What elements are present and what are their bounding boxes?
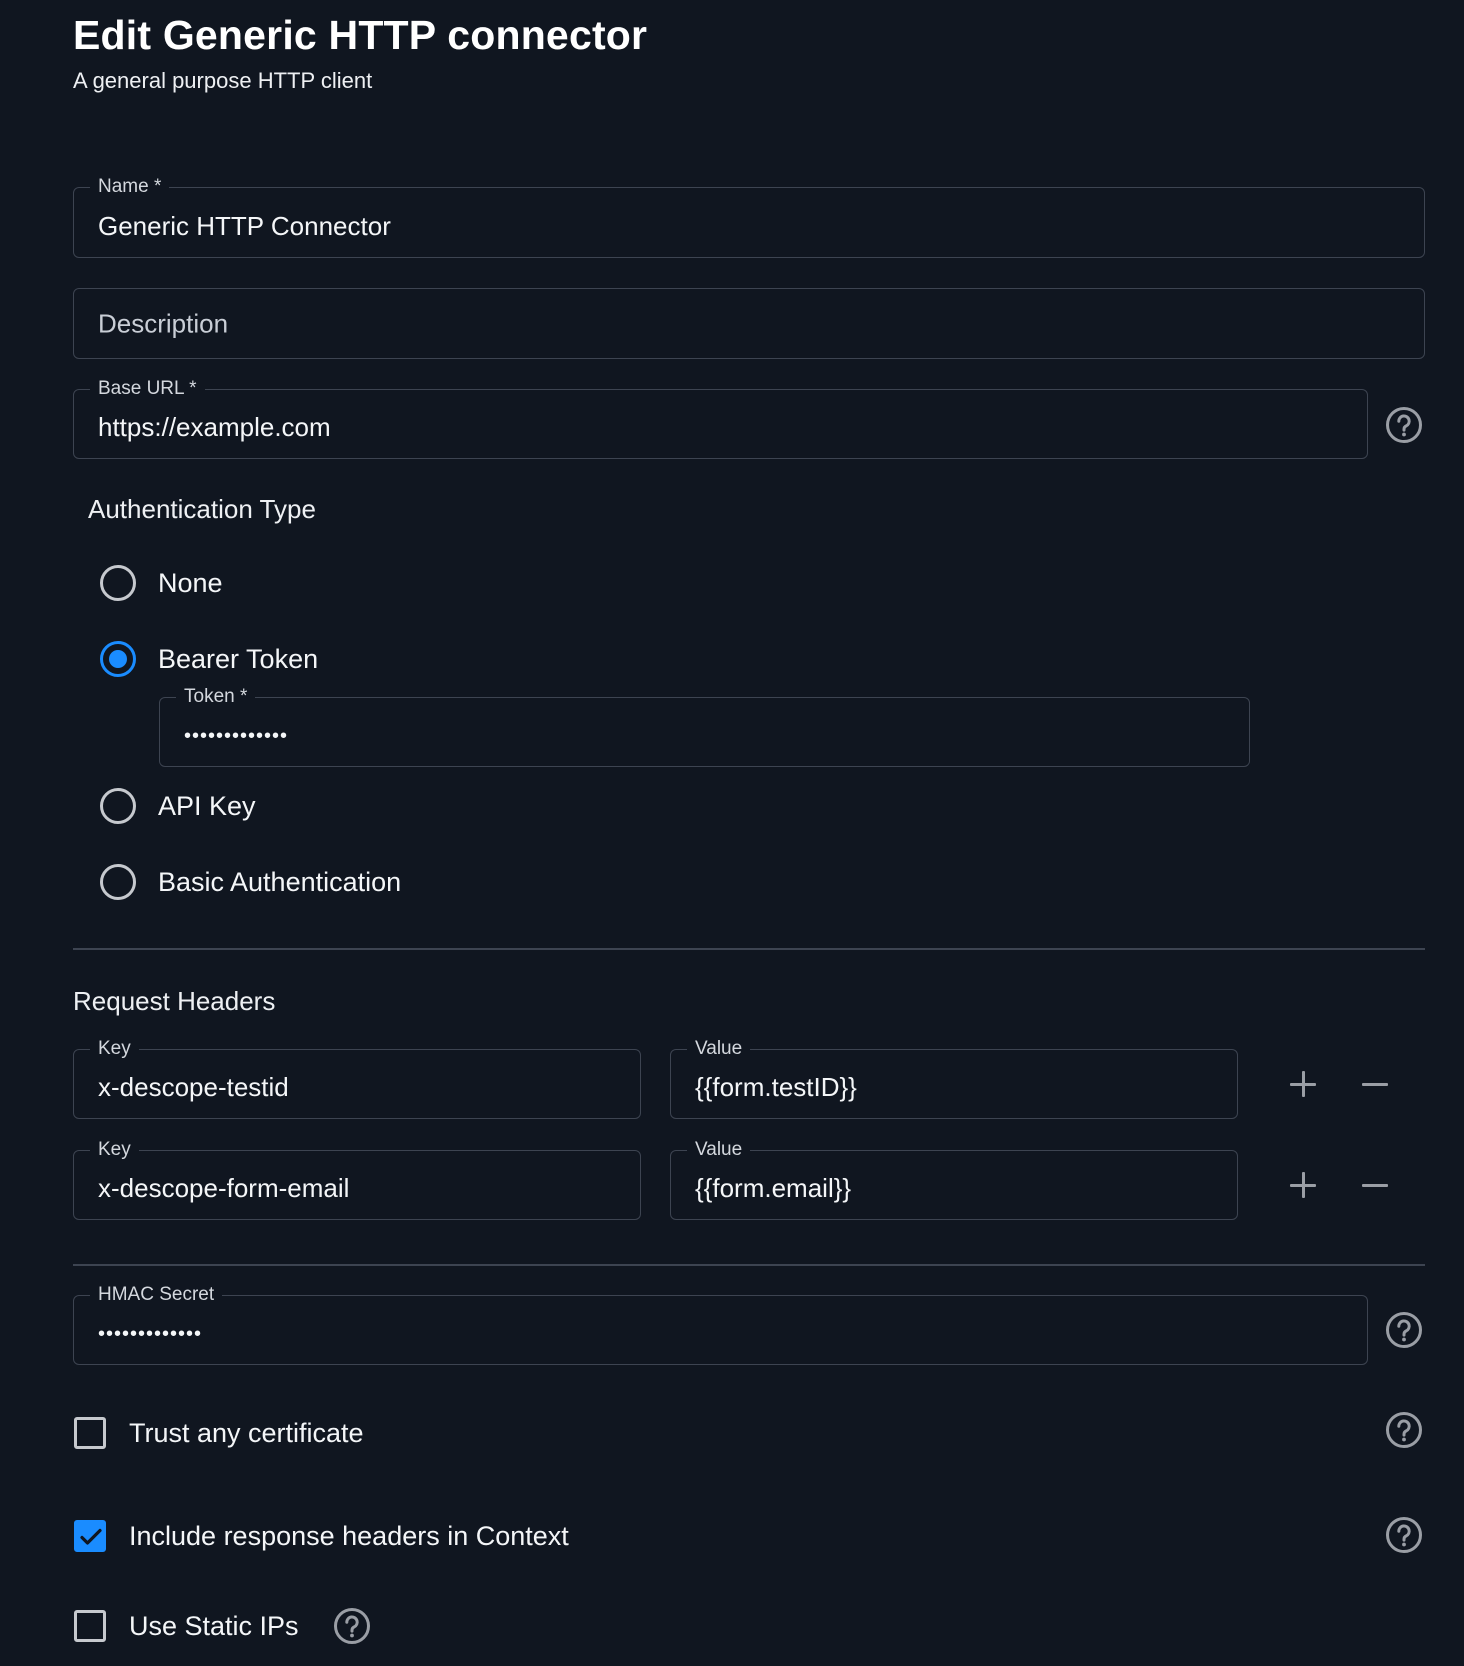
include-response-headers-checkbox[interactable] <box>74 1520 106 1552</box>
header-key-field[interactable]: Key x-descope-form-email <box>73 1139 641 1220</box>
header-value-input[interactable]: {{form.email}} <box>695 1173 1221 1204</box>
hmac-secret-label: HMAC Secret <box>90 1284 223 1306</box>
include-response-headers-option[interactable]: Include response headers in Context <box>74 1519 569 1553</box>
add-header-plus-icon[interactable] <box>1283 1064 1323 1104</box>
divider <box>73 948 1425 950</box>
auth-option-bearer-token[interactable]: Bearer Token <box>100 639 318 679</box>
header-key-label: Key <box>90 1038 139 1060</box>
auth-option-label: API Key <box>158 790 256 821</box>
base-url-field[interactable]: Base URL * https://example.com <box>73 378 1368 459</box>
auth-option-basic-auth[interactable]: Basic Authentication <box>100 862 401 902</box>
name-input[interactable]: Generic HTTP Connector <box>98 211 1408 242</box>
token-label: Token * <box>176 686 256 708</box>
token-input[interactable]: ••••••••••••• <box>184 725 1233 748</box>
auth-option-label: None <box>158 567 223 598</box>
header-value-field[interactable]: Value {{form.email}} <box>670 1139 1238 1220</box>
checkmark-icon <box>80 1528 102 1545</box>
header-value-input[interactable]: {{form.testID}} <box>695 1072 1221 1103</box>
name-field[interactable]: Name * Generic HTTP Connector <box>73 176 1425 258</box>
trust-certificate-option[interactable]: Trust any certificate <box>74 1416 364 1450</box>
hmac-help-icon[interactable] <box>1385 1311 1423 1349</box>
page-title: Edit Generic HTTP connector <box>73 12 648 58</box>
auth-type-title: Authentication Type <box>88 494 316 524</box>
header-value-label: Value <box>687 1139 751 1161</box>
auth-option-label: Basic Authentication <box>158 866 402 897</box>
add-header-plus-icon[interactable] <box>1283 1165 1323 1205</box>
request-headers-title: Request Headers <box>73 986 276 1016</box>
trust-certificate-help-icon[interactable] <box>1385 1411 1423 1449</box>
hmac-secret-input[interactable]: ••••••••••••• <box>98 1323 1351 1346</box>
auth-option-api-key[interactable]: API Key <box>100 786 256 826</box>
header-value-field[interactable]: Value {{form.testID}} <box>670 1038 1238 1119</box>
divider <box>73 1264 1425 1266</box>
auth-option-none[interactable]: None <box>100 563 223 603</box>
name-label: Name * <box>90 176 170 198</box>
page-subtitle: A general purpose HTTP client <box>73 68 373 93</box>
radio-basic-auth[interactable] <box>100 864 136 900</box>
hmac-secret-field[interactable]: HMAC Secret ••••••••••••• <box>73 1284 1368 1365</box>
header-key-input[interactable]: x-descope-testid <box>98 1072 624 1103</box>
base-url-help-icon[interactable] <box>1385 406 1423 444</box>
include-response-headers-label: Include response headers in Context <box>129 1520 569 1551</box>
token-field[interactable]: Token * ••••••••••••• <box>159 686 1250 767</box>
include-response-headers-help-icon[interactable] <box>1385 1516 1423 1554</box>
description-input[interactable]: Description <box>98 308 1408 339</box>
static-ips-help-icon[interactable] <box>333 1607 371 1645</box>
trust-certificate-label: Trust any certificate <box>129 1417 364 1448</box>
remove-header-minus-icon[interactable] <box>1355 1165 1395 1205</box>
description-field[interactable]: Description <box>73 288 1425 359</box>
radio-bearer-token[interactable] <box>100 641 136 677</box>
auth-option-label: Bearer Token <box>158 643 319 674</box>
header-key-label: Key <box>90 1139 139 1161</box>
base-url-input[interactable]: https://example.com <box>98 412 1351 443</box>
static-ips-checkbox[interactable] <box>74 1610 106 1642</box>
trust-certificate-checkbox[interactable] <box>74 1417 106 1449</box>
header-key-input[interactable]: x-descope-form-email <box>98 1173 624 1204</box>
static-ips-label: Use Static IPs <box>129 1610 299 1641</box>
header-value-label: Value <box>687 1038 751 1060</box>
base-url-label: Base URL * <box>90 378 205 400</box>
header-key-field[interactable]: Key x-descope-testid <box>73 1038 641 1119</box>
static-ips-option[interactable]: Use Static IPs <box>74 1609 299 1643</box>
radio-api-key[interactable] <box>100 788 136 824</box>
radio-none[interactable] <box>100 565 136 601</box>
remove-header-minus-icon[interactable] <box>1355 1064 1395 1104</box>
